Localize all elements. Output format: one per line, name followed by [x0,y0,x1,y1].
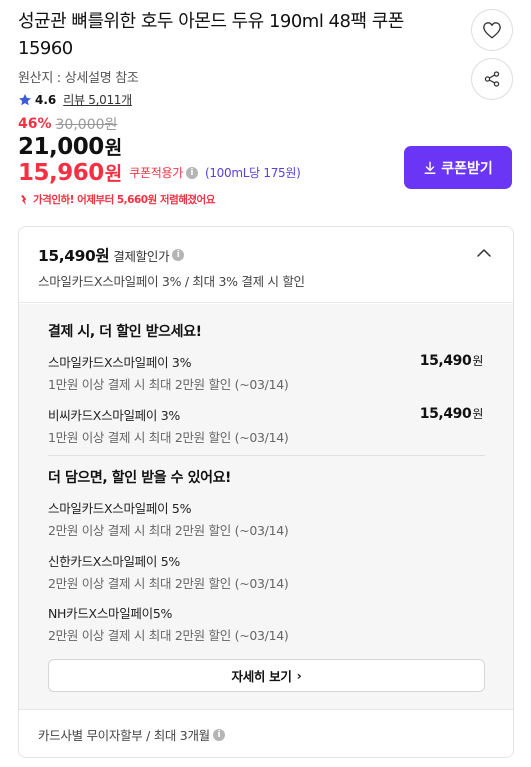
share-button[interactable] [471,58,513,100]
sale-price: 21,000 원 [18,133,122,160]
price-drop-text: 가격인하! 어제부터 5,660원 저렴해졌어요 [33,194,215,206]
card-offer-desc: 1만원 이상 결제 시 최대 2만원 할인 (~03/14) [48,377,289,392]
heart-icon [483,22,501,39]
info-icon[interactable]: i [212,728,225,741]
payment-discount-header[interactable]: 15,490원 결제할인가 i 스마일카드X스마일페이 3% / 최대 3% 결… [19,227,513,303]
section-divider [48,455,485,456]
card-offer-desc: 2만원 이상 결제 시 최대 2만원 할인 (~03/14) [48,523,289,538]
section-title-more: 더 담으면, 할인 받을 수 있어요! [48,470,232,486]
installment-text: 카드사별 무이자할부 / 최대 3개월 [38,728,210,743]
coupon-price-label: 쿠폰적용가 [129,166,183,180]
payment-discount-summary: 스마일카드X스마일페이 3% / 최대 3% 결제 시 할인 [38,274,305,289]
original-price-row: 46% 30,000원 [18,114,117,134]
share-icon [484,71,500,87]
payment-discount-details: 결제 시, 더 할인 받으세요! 스마일카드X스마일페이 3% 15,490원 … [19,304,513,709]
sale-price-value: 21,000 [18,134,104,160]
info-icon[interactable]: i [185,166,198,179]
unit-price: (100mL당 175원) [204,166,301,180]
payment-discount-label: 결제할인가 [113,248,170,264]
installment-info: 카드사별 무이자할부 / 최대 3개월 i [19,709,513,757]
view-details-label: 자세히 보기 [231,669,292,684]
coupon-price-unit: 원 [104,163,123,185]
card-offer-price: 15,490원 [419,406,484,422]
card-offer-price: 15,490원 [419,353,484,369]
rating-summary: 4.6 리뷰 5,011개 [18,91,132,108]
review-count-link[interactable]: 리뷰 5,011개 [63,91,132,108]
get-coupon-label: 쿠폰받기 [441,159,493,176]
coupon-price-value: 15,960 [18,159,104,186]
discount-percent: 46% [18,116,52,132]
section-title-payment: 결제 시, 더 할인 받으세요! [48,324,202,340]
price-drop-notice: 가격인하! 어제부터 5,660원 저렴해졌어요 [18,192,215,207]
original-price: 30,000원 [55,117,118,133]
payment-discount-panel: 15,490원 결제할인가 i 스마일카드X스마일페이 3% / 최대 3% 결… [18,226,514,758]
card-offer-name: NH카드X스마일페이5% [48,606,173,621]
view-details-button[interactable]: 자세히 보기 › [48,659,485,692]
coupon-price-row: 15,960 원 쿠폰적용가 i (100mL당 175원) [18,159,301,186]
payment-discount-price: 15,490원 [38,247,110,265]
chevron-right-icon: › [296,668,302,683]
get-coupon-button[interactable]: 쿠폰받기 [404,146,512,189]
rating-score: 4.6 [35,92,57,107]
sale-price-unit: 원 [104,137,123,159]
card-offer-desc: 2만원 이상 결제 시 최대 2만원 할인 (~03/14) [48,628,289,643]
info-icon[interactable]: i [172,249,185,261]
chevron-up-icon[interactable] [476,245,492,261]
star-icon [19,93,31,105]
download-icon [424,161,436,174]
card-offer-name: 신한카드X스마일페이 5% [48,554,180,569]
card-offer-name: 스마일카드X스마일페이 3% [48,355,192,370]
price-drop-icon [21,194,27,205]
wish-button[interactable] [471,9,513,51]
card-offer-desc: 1만원 이상 결제 시 최대 2만원 할인 (~03/14) [48,430,289,445]
product-title: 성균관 뼈를위한 호두 아몬드 두유 190ml 48팩 쿠폰 15960 [18,11,404,59]
card-offer-name: 스마일카드X스마일페이 5% [48,501,192,516]
card-offer-desc: 2만원 이상 결제 시 최대 2만원 할인 (~03/14) [48,576,289,591]
card-offer-name: 비씨카드X스마일페이 3% [48,408,180,423]
origin-info: 원산지 : 상세설명 참조 [18,71,139,86]
